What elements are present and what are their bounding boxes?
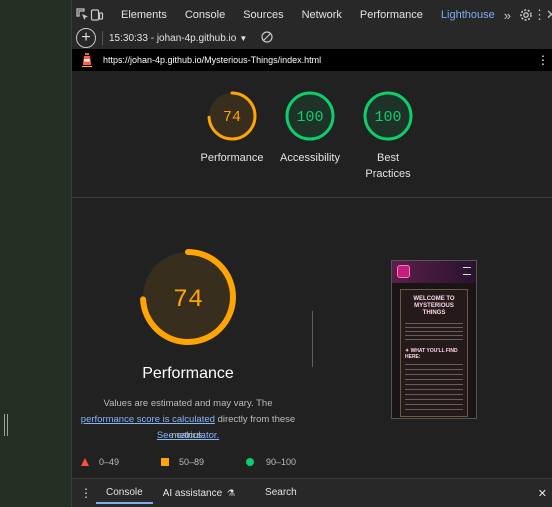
menu-icon <box>463 267 471 275</box>
gauge-score: 100 <box>374 109 401 126</box>
chevron-down-icon[interactable]: ▼ <box>239 34 247 43</box>
legend-pass: 90–100 <box>246 457 296 467</box>
tab-network[interactable]: Network <box>293 0 351 31</box>
report-selector[interactable]: 15:30:33 - johan-4p.github.io <box>109 33 236 44</box>
preview-list <box>405 364 463 412</box>
more-options-icon[interactable]: ⋮ <box>533 4 546 26</box>
score-calculated-link[interactable]: performance score is calculated <box>81 414 215 425</box>
gauge-score: 100 <box>296 109 323 126</box>
more-options-icon[interactable]: ⋮ <box>80 486 92 500</box>
more-tabs-icon[interactable]: » <box>504 4 511 26</box>
tab-sources[interactable]: Sources <box>234 0 292 31</box>
page-viewport <box>0 0 71 507</box>
calculator-line: See calculator. <box>72 428 304 444</box>
performance-title: Performance <box>142 365 234 382</box>
gauge-best-practices[interactable]: 100 <box>362 90 414 142</box>
report-url[interactable]: https://johan-4p.github.io/Mysterious-Th… <box>103 55 321 65</box>
drawer-tab-label: AI assistance <box>162 488 223 499</box>
flask-icon: ⚗ <box>226 488 236 498</box>
circle-icon <box>246 458 254 466</box>
toolbar-divider <box>102 31 103 45</box>
triangle-icon <box>81 458 89 466</box>
vertical-divider <box>312 311 313 367</box>
tab-lighthouse[interactable]: Lighthouse <box>431 0 504 31</box>
tab-console[interactable]: Console <box>176 0 234 31</box>
section-divider <box>72 197 552 198</box>
performance-score: 74 <box>173 285 203 314</box>
lighthouse-logo-icon <box>81 51 93 69</box>
close-drawer-icon[interactable]: ✕ <box>538 487 547 500</box>
preview-heading: WELCOME TO MYSTERIOUS THINGS <box>413 296 455 316</box>
device-toolbar-icon[interactable] <box>90 4 104 26</box>
legend-fail: 0–49 <box>81 457 119 467</box>
lighthouse-toolbar: + 15:30:33 - johan-4p.github.io ▼ <box>72 27 552 49</box>
new-report-button[interactable]: + <box>76 28 96 48</box>
drawer-tab-search[interactable]: Search <box>255 482 307 504</box>
legend-range: 90–100 <box>266 457 297 467</box>
performance-gauge-large: 74 <box>138 247 238 347</box>
preview-header <box>392 261 476 283</box>
gauge-score: 74 <box>223 109 241 126</box>
square-icon <box>161 458 169 466</box>
preview-subheading: ✦ WHAT YOU'LL FIND HERE: <box>405 348 458 360</box>
preview-card: WELCOME TO MYSTERIOUS THINGS ✦ WHAT YOU'… <box>400 289 468 417</box>
more-options-icon[interactable]: ⋮ <box>537 53 549 67</box>
lighthouse-report: 74 Performance 100 Accessibility 100 Bes… <box>72 71 552 478</box>
gauge-label: Performance <box>200 152 264 164</box>
report-url-bar: https://johan-4p.github.io/Mysterious-Th… <box>72 49 552 71</box>
tab-elements[interactable]: Elements <box>112 0 176 31</box>
note-text: Values are estimated and may vary. The <box>103 398 273 409</box>
final-screenshot-preview[interactable]: WELCOME TO MYSTERIOUS THINGS ✦ WHAT YOU'… <box>391 260 477 419</box>
legend-range: 50–89 <box>179 457 205 467</box>
gauge-label: Best Practices <box>365 152 411 180</box>
gauge-accessibility[interactable]: 100 <box>284 90 336 142</box>
devtools-panel: Elements Console Sources Network Perform… <box>71 0 552 507</box>
legend-average: 50–89 <box>161 457 204 467</box>
gauge-label: Accessibility <box>280 152 340 164</box>
preview-text-block <box>405 323 463 343</box>
see-calculator-link[interactable]: See calculator. <box>157 430 219 441</box>
inspect-element-icon[interactable] <box>76 4 90 26</box>
clear-reports-icon[interactable] <box>261 30 273 46</box>
drawer-tab-ai-assistance[interactable]: AI assistance ⚗ <box>153 482 245 504</box>
close-icon[interactable]: ✕ <box>546 4 552 26</box>
tab-performance[interactable]: Performance <box>351 0 432 31</box>
legend-range: 0–49 <box>99 457 120 467</box>
settings-icon[interactable] <box>519 4 533 26</box>
drawer-tab-bar: ⋮ Console AI assistance ⚗ Search ✕ <box>72 478 552 507</box>
screen: Elements Console Sources Network Perform… <box>0 0 552 507</box>
drawer-tab-console[interactable]: Console <box>96 482 153 504</box>
preview-logo <box>397 265 410 278</box>
gauge-performance[interactable]: 74 <box>206 90 258 142</box>
resize-handle[interactable] <box>4 414 8 436</box>
